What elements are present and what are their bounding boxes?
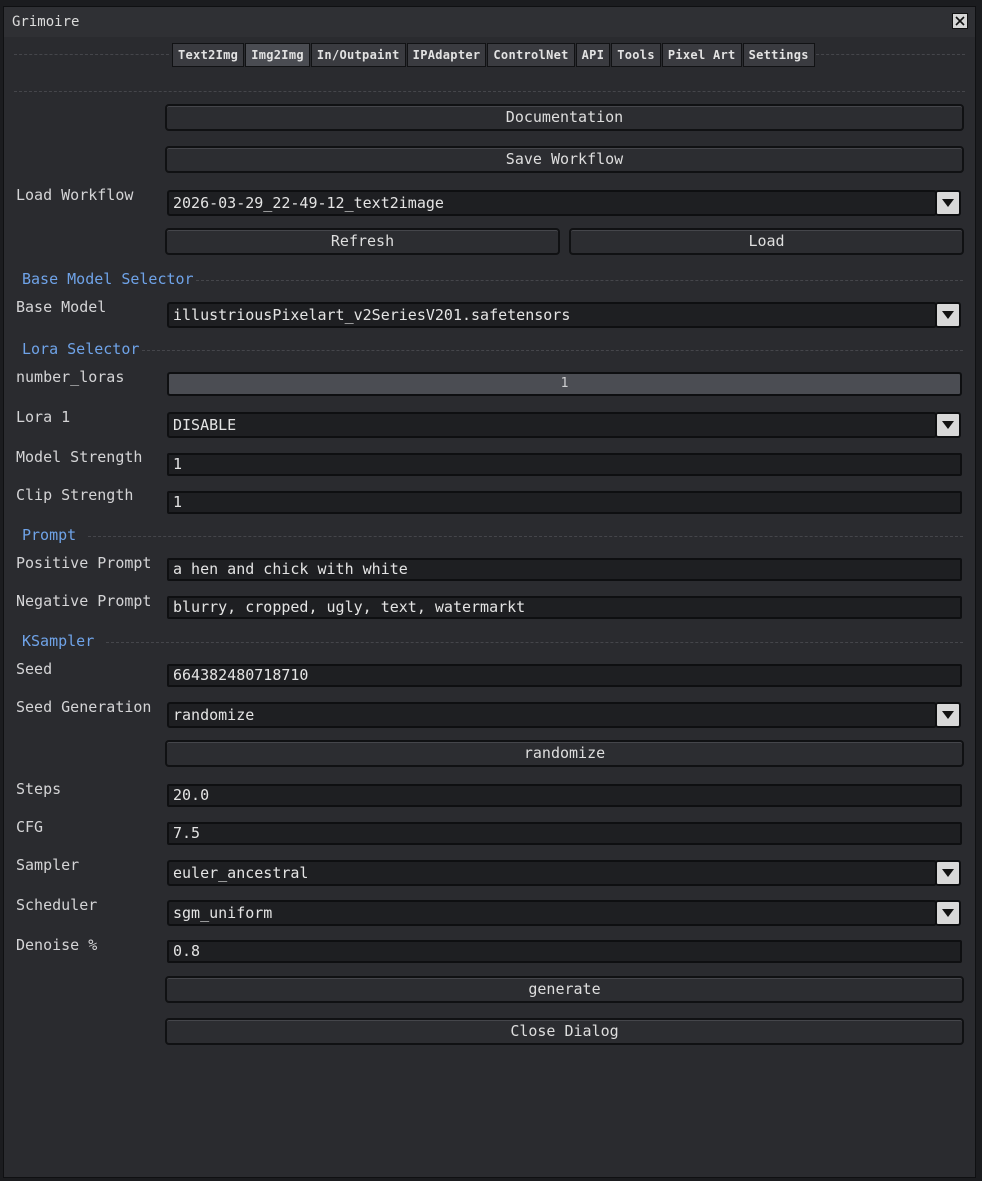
close-dialog-button[interactable]: Close Dialog (165, 1018, 964, 1045)
scheduler-label: Scheduler (16, 896, 98, 914)
ksampler-section-title: KSampler (22, 632, 95, 650)
seed-generation-select[interactable]: randomize (167, 702, 937, 728)
scheduler-dropdown-button[interactable] (935, 900, 961, 926)
lora1-dropdown-button[interactable] (935, 412, 961, 438)
clip-strength-label: Clip Strength (16, 486, 134, 504)
tab-ipadapter[interactable]: IPAdapter (406, 43, 487, 67)
lora-section-title: Lora Selector (22, 340, 140, 358)
tab-controlnet[interactable]: ControlNet (487, 43, 575, 67)
divider (14, 91, 965, 92)
sampler-dropdown-button[interactable] (935, 860, 961, 886)
randomize-button[interactable]: randomize (165, 740, 964, 767)
positive-prompt-input[interactable]: a hen and chick with white (167, 558, 962, 581)
model-strength-label: Model Strength (16, 448, 143, 466)
sampler-label: Sampler (16, 856, 80, 874)
load-workflow-label: Load Workflow (16, 186, 134, 204)
scheduler-select[interactable]: sgm_uniform (167, 900, 937, 926)
chevron-down-icon (942, 421, 954, 429)
close-icon (955, 16, 965, 26)
base-model-section-title: Base Model Selector (22, 270, 194, 288)
chevron-down-icon (942, 311, 954, 319)
tab-img2img[interactable]: Img2Img (245, 43, 310, 67)
tab-settings[interactable]: Settings (742, 43, 815, 67)
model-strength-input[interactable]: 1 (167, 453, 962, 476)
positive-prompt-label: Positive Prompt (16, 554, 152, 572)
window-title: Grimoire (12, 14, 80, 30)
load-button[interactable]: Load (569, 228, 964, 255)
base-model-label: Base Model (16, 298, 107, 316)
generate-button[interactable]: generate (165, 976, 964, 1003)
tab-pixel-art[interactable]: Pixel Art (661, 43, 742, 67)
denoise-input[interactable]: 0.8 (167, 940, 962, 963)
chevron-down-icon (942, 711, 954, 719)
section-divider (106, 642, 963, 643)
base-model-dropdown-button[interactable] (935, 302, 961, 328)
seed-generation-label: Seed Generation (16, 698, 152, 716)
cfg-label: CFG (16, 818, 44, 836)
tab-bar: Text2Img Img2Img In/Outpaint IPAdapter C… (172, 43, 815, 67)
seed-input[interactable]: 664382480718710 (167, 664, 962, 687)
tab-api[interactable]: API (575, 43, 611, 67)
prompt-section-title: Prompt (22, 526, 77, 544)
clip-strength-input[interactable]: 1 (167, 491, 962, 514)
save-workflow-button[interactable]: Save Workflow (165, 146, 964, 173)
denoise-label: Denoise % (16, 936, 98, 954)
section-divider (196, 280, 963, 281)
chevron-down-icon (942, 909, 954, 917)
base-model-select[interactable]: illustriousPixelart_v2SeriesV201.safeten… (167, 302, 937, 328)
number-loras-slider[interactable]: 1 (167, 372, 962, 396)
section-divider (88, 536, 963, 537)
divider (811, 54, 965, 55)
seed-label: Seed (16, 660, 53, 678)
refresh-button[interactable]: Refresh (165, 228, 560, 255)
cfg-input[interactable]: 7.5 (167, 822, 962, 845)
seed-generation-dropdown-button[interactable] (935, 702, 961, 728)
sampler-select[interactable]: euler_ancestral (167, 860, 937, 886)
steps-input[interactable]: 20.0 (167, 784, 962, 807)
chevron-down-icon (942, 869, 954, 877)
lora1-label: Lora 1 (16, 408, 71, 426)
chevron-down-icon (942, 199, 954, 207)
load-workflow-dropdown-button[interactable] (935, 190, 961, 216)
grimoire-window: Grimoire Text2Img Img2Img In/Outpaint IP… (3, 6, 976, 1178)
tab-inoutpaint[interactable]: In/Outpaint (310, 43, 406, 67)
load-workflow-select[interactable]: 2026-03-29_22-49-12_text2image (167, 190, 937, 216)
steps-label: Steps (16, 780, 62, 798)
tab-tools[interactable]: Tools (611, 43, 661, 67)
negative-prompt-input[interactable]: blurry, cropped, ugly, text, watermarkt (167, 596, 962, 619)
lora1-select[interactable]: DISABLE (167, 412, 937, 438)
negative-prompt-label: Negative Prompt (16, 592, 152, 610)
documentation-button[interactable]: Documentation (165, 104, 964, 131)
number-loras-label: number_loras (16, 368, 125, 386)
section-divider (142, 350, 963, 351)
title-bar[interactable]: Grimoire (4, 7, 975, 37)
tab-text2img[interactable]: Text2Img (172, 43, 245, 67)
close-window-button[interactable] (952, 13, 968, 29)
divider (14, 54, 169, 55)
